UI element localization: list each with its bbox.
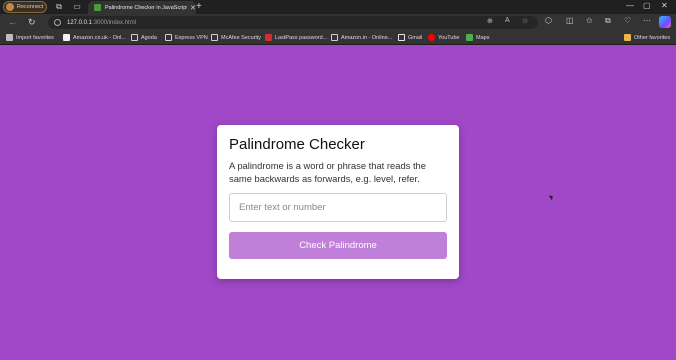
text-input[interactable] — [229, 193, 447, 222]
page-title: Palindrome Checker — [229, 136, 365, 153]
bookmark-gmail[interactable]: Gmail — [398, 34, 422, 41]
reconnect-button[interactable]: Reconnect — [3, 1, 47, 13]
description-text: A palindrome is a word or phrase that re… — [229, 160, 426, 184]
bookmark-label: Import favorites — [16, 34, 54, 41]
bookmark-lastpass[interactable]: LastPass password... — [265, 34, 327, 41]
palindrome-card: Palindrome Checker A palindrome is a wor… — [217, 125, 459, 279]
page-icon — [211, 34, 218, 41]
refresh-icon[interactable]: ↻ — [28, 17, 36, 27]
new-tab-icon[interactable]: + — [196, 2, 202, 12]
tab-strip: Reconnect ⧉ ▭ Palindrome Checker in Java… — [0, 0, 676, 14]
split-screen-icon[interactable]: ◫ — [566, 16, 574, 25]
reconnect-label: Reconnect — [17, 4, 44, 10]
mouse-cursor-icon — [548, 193, 555, 201]
favorites-icon[interactable]: ✩ — [586, 16, 593, 25]
bookmark-label: YouTube — [438, 34, 460, 41]
page-background: Palindrome Checker A palindrome is a wor… — [0, 45, 676, 360]
read-aloud-icon[interactable]: A — [505, 17, 510, 24]
bookmark-agoda[interactable]: Agoda — [131, 34, 157, 41]
lastpass-icon — [265, 34, 272, 41]
address-bar[interactable]: 127.0.0.1 :3000/index.html — [48, 16, 538, 29]
collections-icon[interactable]: ⧉ — [605, 16, 611, 26]
bookmark-label: Amazon.in - Online... — [341, 34, 393, 41]
tab-favicon-icon — [94, 4, 101, 11]
page-icon — [131, 34, 138, 41]
address-host: 127.0.0.1 — [67, 19, 93, 26]
bookmark-maps[interactable]: Maps — [466, 34, 489, 41]
gmail-icon — [398, 34, 405, 41]
bookmark-label: Amazon.co.uk - Onl... — [73, 34, 126, 41]
workspaces-icon[interactable]: ⧉ — [54, 2, 64, 12]
bookmark-amazon-in[interactable]: Amazon.in - Online... — [331, 34, 392, 41]
tab-actions-icon[interactable]: ▭ — [72, 2, 82, 12]
youtube-icon — [428, 34, 435, 41]
copilot-icon[interactable] — [659, 16, 671, 28]
bookmarks-bar: Import favorites Amazon.co.uk - Onl... A… — [0, 31, 676, 45]
maps-icon — [466, 34, 473, 41]
browser-essentials-icon[interactable]: ♡ — [624, 16, 631, 25]
bookmark-express-vpn[interactable]: Express VPN — [165, 34, 208, 41]
bookmark-label: LastPass password... — [275, 34, 328, 41]
bookmark-mcafee[interactable]: McAfee Security — [211, 34, 261, 41]
bookmark-youtube[interactable]: YouTube — [428, 34, 460, 41]
bookmark-label: McAfee Security — [221, 34, 262, 41]
site-info-icon[interactable] — [54, 19, 61, 26]
maximize-icon[interactable]: ▢ — [643, 1, 651, 10]
bookmark-import-favorites[interactable]: Import favorites — [6, 34, 54, 41]
folder-icon — [624, 34, 631, 41]
settings-menu-icon[interactable]: ⋯ — [643, 16, 651, 25]
profile-avatar-icon — [6, 3, 14, 11]
close-window-icon[interactable]: ✕ — [661, 1, 668, 10]
browser-toolbar: ← ↻ 127.0.0.1 :3000/index.html ⊕ A ☆ ⬡ ◫… — [0, 14, 676, 31]
amazon-icon — [63, 34, 70, 41]
bookmark-label: Express VPN — [175, 34, 208, 41]
bookmark-label: Other favorites — [634, 34, 671, 41]
address-path: :3000/index.html — [92, 19, 137, 26]
bookmark-label: Maps — [476, 34, 490, 41]
active-tab[interactable]: Palindrome Checker in JavaScript ✕ — [88, 1, 196, 14]
bookmark-label: Gmail — [408, 34, 423, 41]
minimize-icon[interactable]: — — [626, 1, 634, 10]
bookmark-other-favorites[interactable]: Other favorites — [624, 34, 670, 41]
tab-title: Palindrome Checker in JavaScript — [105, 4, 187, 11]
page-icon — [165, 34, 172, 41]
extensions-icon[interactable]: ⬡ — [545, 16, 552, 25]
bookmark-label: Agoda — [141, 34, 157, 41]
zoom-icon[interactable]: ⊕ — [487, 17, 493, 25]
check-palindrome-button[interactable]: Check Palindrome — [229, 232, 447, 259]
bookmark-amazon-uk[interactable]: Amazon.co.uk - Onl... — [63, 34, 126, 41]
page-icon — [331, 34, 338, 41]
back-icon[interactable]: ← — [8, 17, 17, 27]
import-icon — [6, 34, 13, 41]
favorite-star-icon[interactable]: ☆ — [522, 17, 528, 25]
close-tab-icon[interactable]: ✕ — [190, 4, 196, 12]
